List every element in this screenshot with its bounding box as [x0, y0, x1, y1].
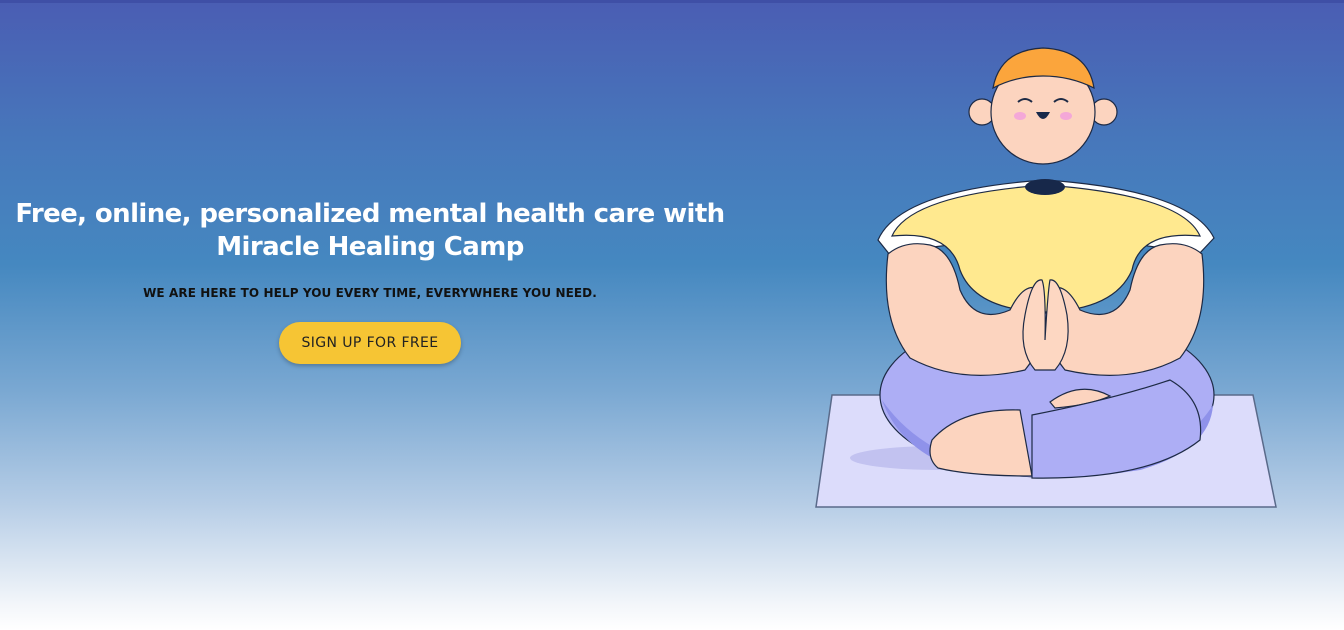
right-cheek — [1060, 112, 1072, 120]
hero-section: Free, online, personalized mental health… — [0, 198, 740, 364]
hero-headline-line-2: Miracle Healing Camp — [216, 232, 524, 262]
hero-subheadline: WE ARE HERE TO HELP YOU EVERY TIME, EVER… — [143, 286, 597, 300]
sign-up-button[interactable]: SIGN UP FOR FREE — [279, 322, 461, 364]
hero-headline-line-1: Free, online, personalized mental health… — [15, 199, 725, 229]
hero-headline: Free, online, personalized mental health… — [0, 198, 740, 264]
top-border — [0, 0, 1344, 3]
meditating-person-illustration — [815, 47, 1277, 508]
left-cheek — [1014, 112, 1026, 120]
neck — [1025, 179, 1065, 195]
